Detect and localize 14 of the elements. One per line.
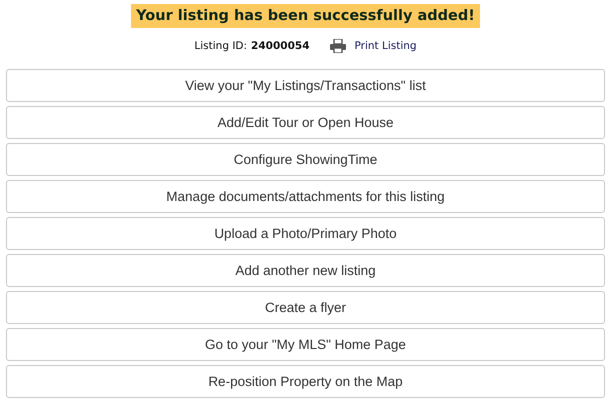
action-button[interactable]: Configure ShowingTime (6, 143, 605, 176)
action-button[interactable]: Upload a Photo/Primary Photo (6, 217, 605, 250)
print-listing-link[interactable]: Print Listing (330, 39, 417, 53)
action-button[interactable]: Add another new listing (6, 254, 605, 287)
listing-id-label: Listing ID: (194, 40, 248, 52)
action-button[interactable]: Re-position Property on the Map (6, 365, 605, 398)
action-button[interactable]: Add/Edit Tour or Open House (6, 106, 605, 139)
action-button[interactable]: View your "My Listings/Transactions" list (6, 69, 605, 102)
printer-icon (330, 39, 346, 53)
action-button[interactable]: Go to your "My MLS" Home Page (6, 328, 605, 361)
success-banner: Your listing has been successfully added! (131, 4, 480, 28)
action-button[interactable]: Manage documents/attachments for this listing (6, 180, 605, 213)
listing-id-value: 24000054 (251, 40, 310, 52)
action-button[interactable]: Create a flyer (6, 291, 605, 324)
